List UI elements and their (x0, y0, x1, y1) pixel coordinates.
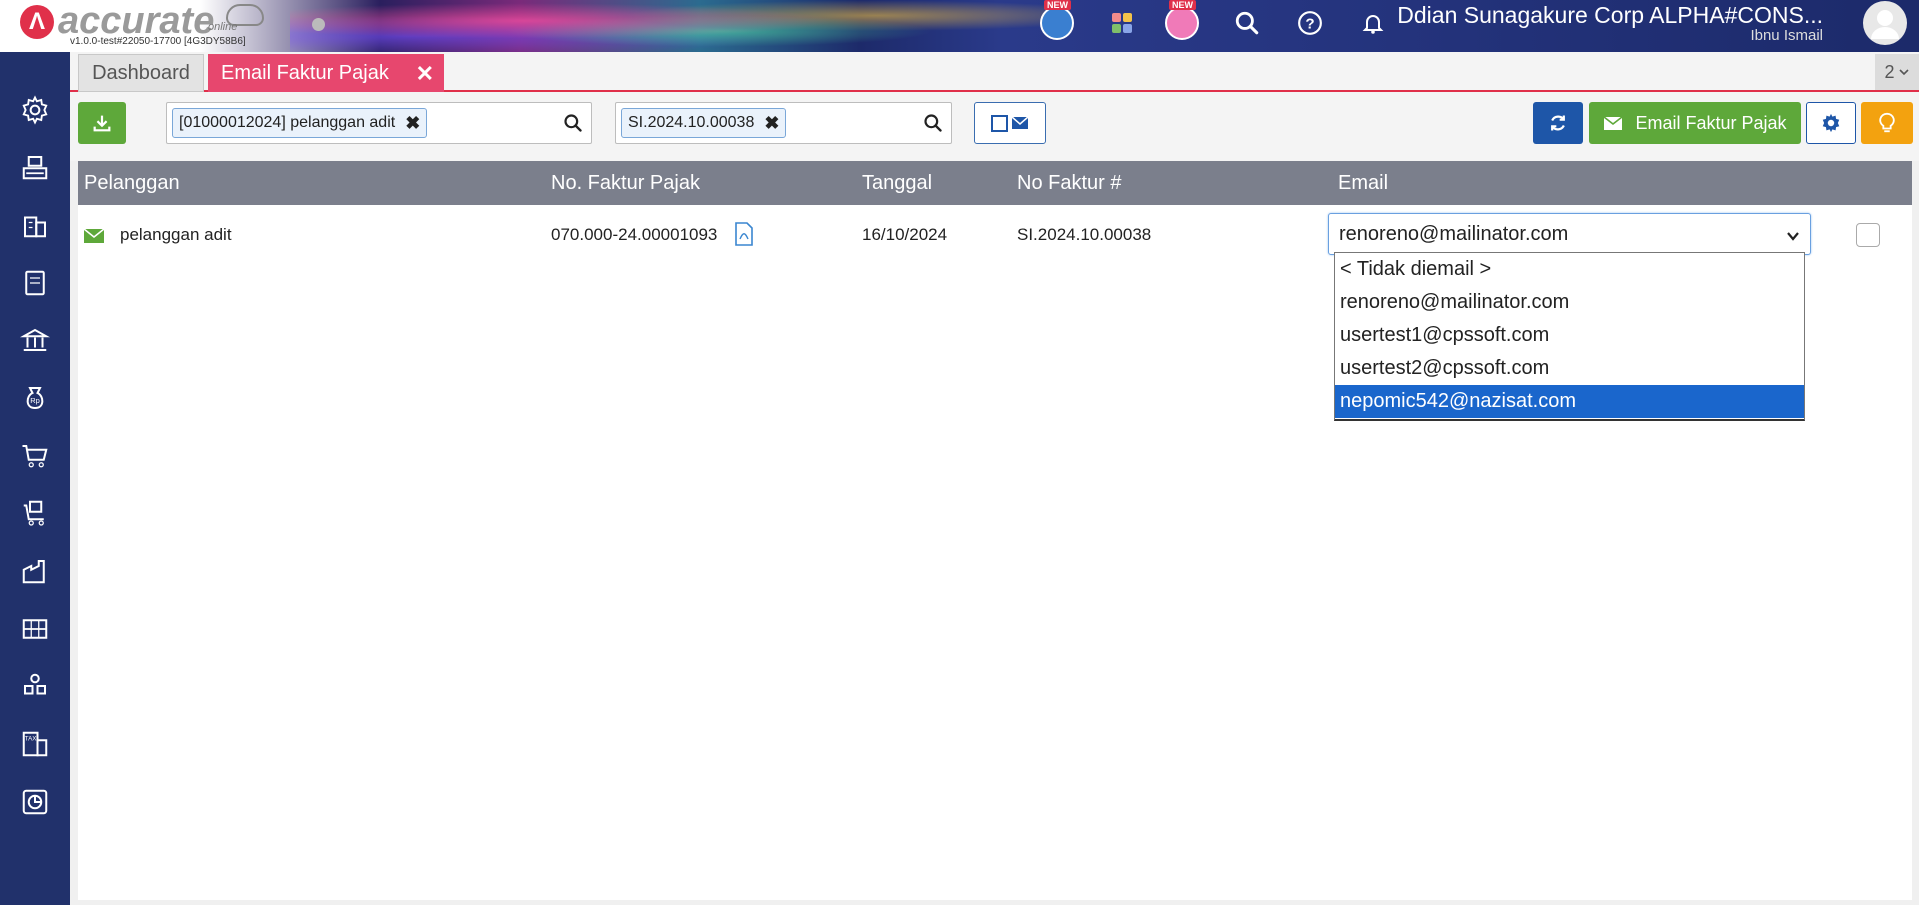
apps-icon[interactable] (1103, 4, 1141, 42)
email-faktur-pajak-button[interactable]: Email Faktur Pajak (1589, 102, 1801, 144)
tab-email-faktur-pajak[interactable]: Email Faktur Pajak ✕ (208, 54, 444, 92)
remove-chip-icon[interactable]: ✖ (405, 113, 420, 134)
chevron-down-icon (1786, 226, 1800, 249)
ledger-book-icon[interactable] (15, 263, 55, 303)
tab-count-label: 2 (1884, 61, 1895, 82)
bell-icon[interactable] (1354, 4, 1392, 42)
cashier-icon[interactable] (15, 147, 55, 187)
settings-button[interactable] (1806, 102, 1856, 144)
user-avatar[interactable] (1863, 1, 1907, 45)
gear-icon (1822, 113, 1840, 133)
tab-label: Email Faktur Pajak (221, 61, 389, 84)
settings-gear-icon[interactable] (15, 90, 55, 130)
factory-icon[interactable] (15, 551, 55, 591)
svg-text:TAX: TAX (25, 735, 38, 742)
envelope-icon (83, 228, 105, 248)
assets-icon[interactable] (15, 666, 55, 706)
new-badge: NEW (1044, 0, 1071, 10)
company-name[interactable]: Ddian Sunagakure Corp ALPHA#CONS... (1397, 2, 1823, 29)
column-header-tanggal[interactable]: Tanggal (862, 172, 932, 195)
cell-pelanggan: pelanggan adit (120, 225, 232, 244)
close-tab-icon[interactable]: ✕ (416, 61, 434, 87)
content-area: Pelanggan No. Faktur Pajak Tanggal No Fa… (70, 161, 1919, 905)
invoice-filter-chip: SI.2024.10.00038 ✖ (621, 108, 787, 138)
new-feature-icon[interactable]: NEW (1038, 0, 1076, 42)
row-select-checkbox[interactable] (1856, 223, 1880, 247)
cell-no-faktur-pajak: 070.000-24.00001093 (551, 225, 718, 244)
remove-chip-icon[interactable]: ✖ (764, 113, 779, 134)
logo-text: accurate (58, 0, 215, 42)
svg-text:?: ? (1305, 15, 1314, 32)
lightbulb-icon (1879, 112, 1895, 133)
cart-icon[interactable] (15, 436, 55, 476)
email-button-label: Email Faktur Pajak (1635, 112, 1787, 133)
refresh-button[interactable] (1533, 102, 1583, 144)
bank-icon[interactable] (15, 320, 55, 360)
envelope-icon (1011, 116, 1029, 129)
help-icon[interactable]: ? (1291, 4, 1329, 42)
reports-chart-icon[interactable] (15, 782, 55, 822)
inventory-icon[interactable] (15, 609, 55, 649)
search-icon[interactable] (923, 113, 943, 138)
column-header-pelanggan[interactable]: Pelanggan (84, 172, 180, 195)
purchase-cart-icon[interactable] (15, 493, 55, 533)
email-option[interactable]: usertest1@cpssoft.com (1335, 319, 1804, 352)
status-dot (312, 18, 325, 31)
email-option[interactable]: renoreno@mailinator.com (1335, 286, 1804, 319)
new-mascot-icon[interactable]: NEW (1163, 0, 1201, 42)
cell-tanggal: 16/10/2024 (862, 225, 948, 244)
table-header: Pelanggan No. Faktur Pajak Tanggal No Fa… (78, 161, 1912, 205)
company-building-icon[interactable] (15, 205, 55, 245)
customer-filter-chip: [01000012024] pelanggan adit ✖ (172, 108, 428, 138)
top-bar: Λ accurate online v1.0.0-test#22050-1770… (0, 0, 1919, 52)
customer-chip-label: [01000012024] pelanggan adit (179, 114, 396, 131)
sidebar: Rp TAX (0, 52, 70, 905)
svg-text:Rp: Rp (30, 396, 40, 405)
envelope-icon (1603, 115, 1623, 130)
email-option-highlighted[interactable]: nepomic542@nazisat.com (1335, 385, 1804, 418)
logo-subtext: online (208, 21, 238, 33)
filter-emailed-toggle[interactable] (974, 102, 1046, 144)
logo-mark-icon: Λ (20, 5, 54, 39)
download-button[interactable] (78, 102, 126, 144)
user-name: Ibnu Ismail (1750, 27, 1823, 44)
money-bag-icon[interactable]: Rp (15, 378, 55, 418)
download-icon (93, 115, 111, 132)
refresh-icon (1551, 115, 1565, 131)
tips-button[interactable] (1861, 102, 1913, 144)
chevron-down-icon (1898, 69, 1909, 76)
checkbox-icon (991, 114, 1008, 132)
search-icon[interactable] (563, 113, 583, 138)
new-badge: NEW (1169, 0, 1196, 10)
version-label: v1.0.0-test#22050-17700 [4G3DY58B6] (70, 36, 246, 47)
email-option[interactable]: < Tidak diemail > (1335, 253, 1804, 286)
pdf-icon[interactable] (734, 222, 754, 251)
email-select[interactable]: renoreno@mailinator.com (1328, 213, 1811, 255)
tab-bar: Dashboard Email Faktur Pajak ✕ 2 (70, 52, 1919, 92)
tab-count-dropdown[interactable]: 2 (1875, 54, 1919, 90)
email-select-value: renoreno@mailinator.com (1339, 222, 1569, 245)
email-dropdown-list: < Tidak diemail > renoreno@mailinator.co… (1334, 252, 1805, 421)
invoice-chip-label: SI.2024.10.00038 (628, 114, 755, 131)
table-panel: Pelanggan No. Faktur Pajak Tanggal No Fa… (78, 161, 1912, 900)
column-header-no-faktur-pajak[interactable]: No. Faktur Pajak (551, 172, 700, 195)
header-decoration (290, 0, 1070, 52)
tab-dashboard[interactable]: Dashboard (78, 54, 204, 92)
customer-filter-input[interactable]: [01000012024] pelanggan adit ✖ (166, 102, 592, 144)
email-option[interactable]: usertest2@cpssoft.com (1335, 352, 1804, 385)
column-header-email[interactable]: Email (1338, 172, 1388, 195)
search-icon[interactable] (1228, 4, 1266, 42)
cell-no-faktur: SI.2024.10.00038 (1017, 225, 1152, 244)
invoice-filter-input[interactable]: SI.2024.10.00038 ✖ (615, 102, 952, 144)
toolbar: [01000012024] pelanggan adit ✖ SI.2024.1… (70, 92, 1919, 161)
column-header-no-faktur[interactable]: No Faktur # (1017, 172, 1121, 195)
tax-icon[interactable]: TAX (15, 724, 55, 764)
